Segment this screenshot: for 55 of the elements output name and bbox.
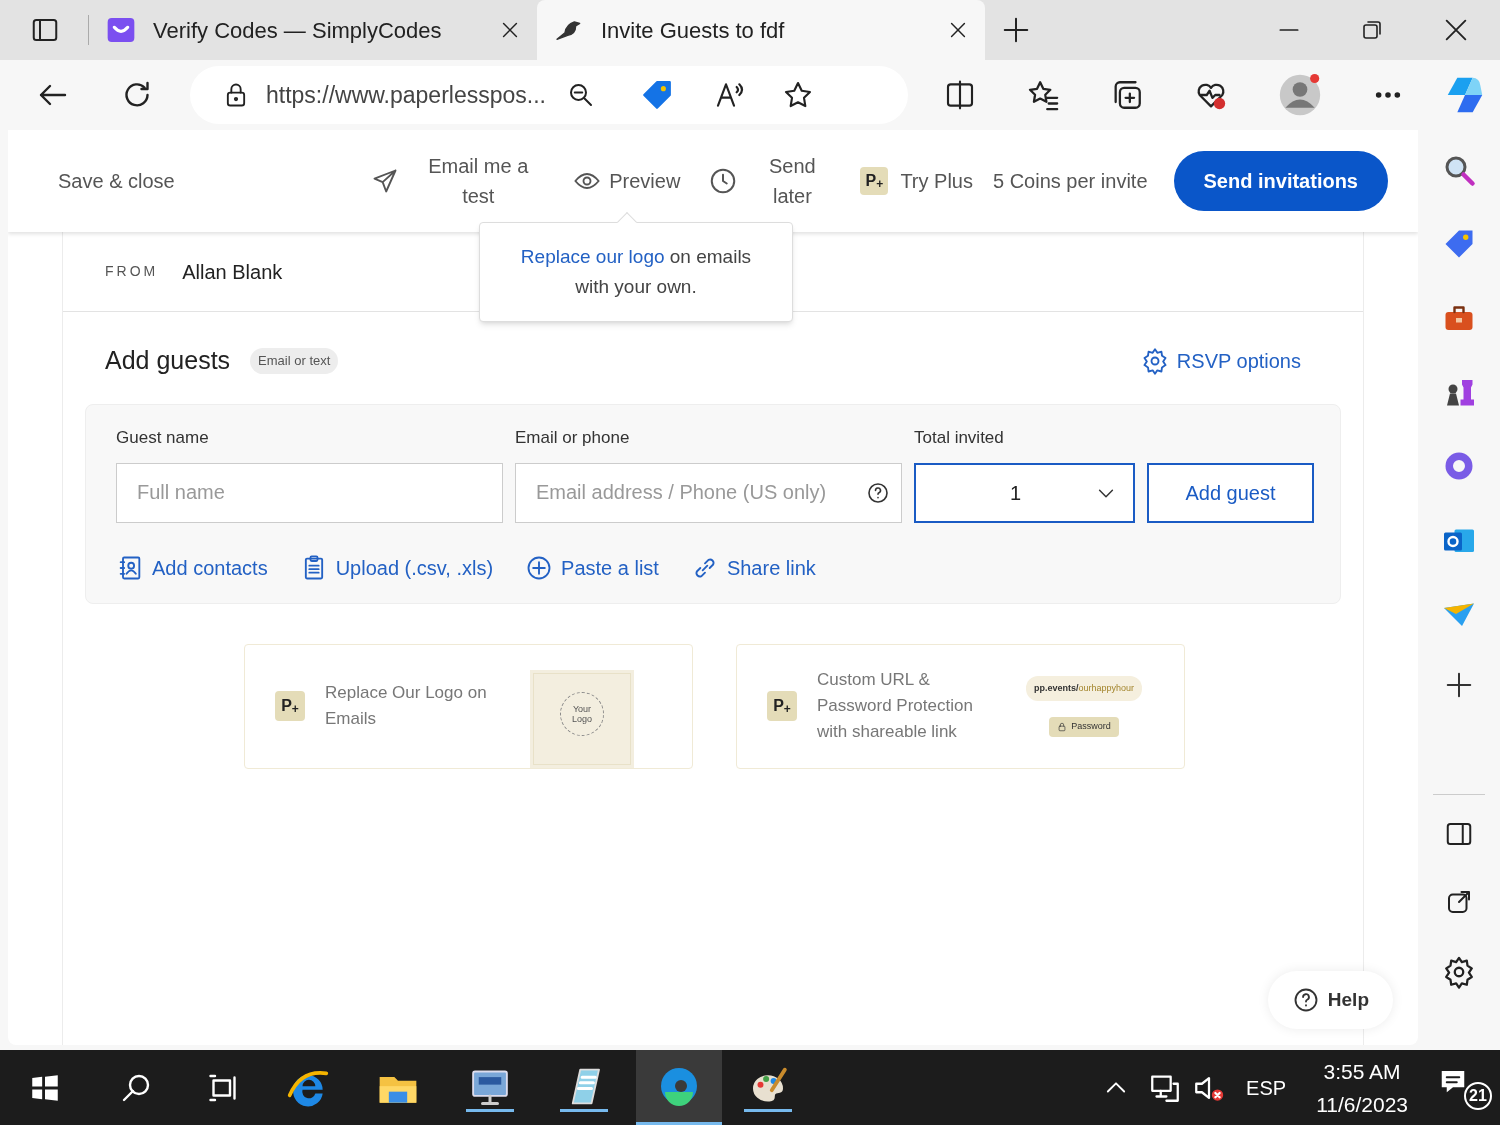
- section-title: Add guests: [105, 345, 231, 376]
- from-label: FROM: [105, 262, 159, 281]
- tooltip-text: Replace our logo on emails with your own.: [519, 245, 753, 299]
- coins-text: 5 Coins per invite: [993, 169, 1148, 194]
- logo-placeholder-text: Your Logo: [571, 703, 593, 724]
- favorites-icon[interactable]: [1026, 78, 1060, 112]
- plus-logo-icon: P$_{+}$: [860, 167, 889, 195]
- action-link[interactable]: Upload (.csv, .xls): [299, 552, 494, 583]
- tab-title: Invite Guests to fdf: [601, 16, 786, 45]
- browser-tab[interactable]: Verify Codes — SimplyCodes: [89, 0, 537, 60]
- email-phone-field[interactable]: Email address / Phone (US only): [515, 462, 902, 523]
- settings-icon[interactable]: [1442, 955, 1476, 989]
- promo-card[interactable]: P$_{+}$ Replace Our Logo on Emails Your Logo: [244, 643, 693, 769]
- restore-icon[interactable]: [1360, 18, 1384, 42]
- action-link[interactable]: Paste a list: [525, 552, 659, 583]
- guest-name-field[interactable]: Full name: [116, 462, 503, 523]
- promo-text: Custom URL & Password Protection with shareable link: [817, 669, 974, 743]
- url-text: https://www.paperlesspos...: [266, 80, 546, 110]
- address-bar[interactable]: https://www.paperlesspos...: [190, 66, 908, 124]
- edge-taskbar-button[interactable]: [636, 1050, 722, 1125]
- action-link[interactable]: Add contacts: [116, 552, 268, 583]
- tab-title: Verify Codes — SimplyCodes: [153, 16, 443, 45]
- save-close-button[interactable]: Save & close: [58, 166, 175, 196]
- rsvp-options-link[interactable]: RSVP options: [1140, 345, 1301, 376]
- add-guest-button[interactable]: Add guest: [1147, 462, 1314, 523]
- promo-text: Replace Our Logo on Emails: [325, 682, 488, 730]
- channel-badge: Email or text: [250, 348, 339, 374]
- action-link[interactable]: Share link: [690, 552, 816, 583]
- email-test-button[interactable]: Email me a test: [371, 151, 534, 211]
- clock[interactable]: 3:55 AM 11/6/2023: [1316, 1054, 1408, 1121]
- replace-logo-link[interactable]: Replace our logo: [520, 246, 665, 267]
- add-icon[interactable]: [1444, 670, 1474, 700]
- language-indicator[interactable]: ESP: [1246, 1072, 1287, 1103]
- split-screen-icon[interactable]: [944, 79, 976, 111]
- password-chip: Password: [1049, 717, 1119, 737]
- plus-logo-icon: P$_{+}$: [767, 691, 797, 721]
- url-chip: pp.events/ourhappyhour: [1026, 675, 1143, 701]
- browser-tab[interactable]: Invite Guests to fdf: [537, 0, 985, 60]
- field-label: Email or phone: [515, 426, 631, 449]
- field-label: Total invited: [914, 426, 1005, 449]
- send-invitations-button[interactable]: Send invitations: [1173, 151, 1388, 211]
- profile-avatar-icon[interactable]: [1278, 73, 1322, 117]
- send-later-button[interactable]: Send later: [708, 151, 823, 211]
- sender-name: Allan Blank: [182, 259, 283, 285]
- lock-icon: [1057, 721, 1068, 732]
- new-tab-icon[interactable]: [1001, 15, 1031, 45]
- help-icon[interactable]: [866, 480, 890, 505]
- help-button[interactable]: Help: [1267, 971, 1393, 1029]
- preview-button[interactable]: Preview: [573, 166, 681, 196]
- try-plus-button[interactable]: P$_{+}$ Try Plus: [860, 166, 973, 196]
- notification-count: 21: [1464, 1081, 1492, 1110]
- promo-card[interactable]: P$_{+}$ Custom URL & Password Protection with shareable link pp.events/ourhappyhour Password: [736, 643, 1185, 769]
- total-invited-dropdown[interactable]: 1: [914, 462, 1135, 523]
- field-label: Guest name: [116, 426, 210, 449]
- plus-logo-icon: P$_{+}$: [275, 691, 305, 721]
